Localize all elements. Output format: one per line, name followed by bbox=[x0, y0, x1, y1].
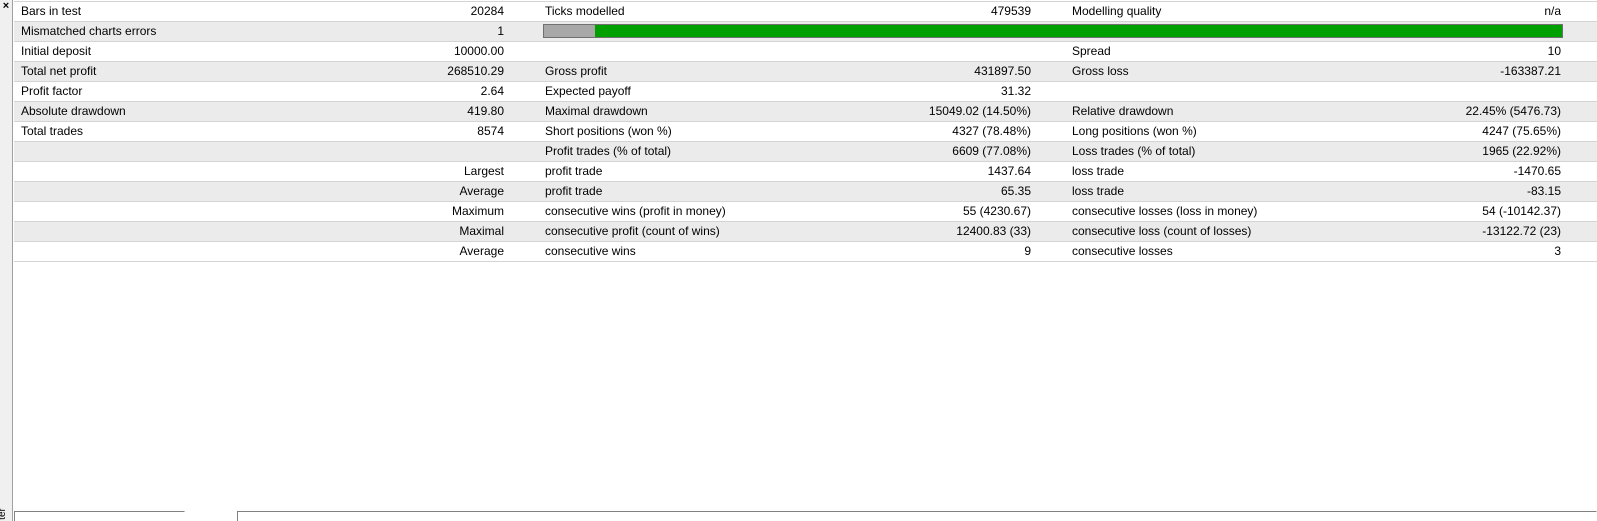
label-maximum: Maximum bbox=[451, 204, 504, 218]
label-consecutive-wins-money: consecutive wins (profit in money) bbox=[545, 204, 726, 218]
value-relative-drawdown: 22.45% (5476.73) bbox=[1465, 104, 1561, 118]
report-table: Bars in test 20284 Ticks modelled 479539… bbox=[14, 1, 1597, 262]
bottom-field-right[interactable] bbox=[237, 511, 1597, 521]
value-largest-loss-trade: -1470.65 bbox=[1513, 164, 1561, 178]
modelling-quality-bar-grey bbox=[544, 25, 595, 37]
value-consecutive-losses-money: 54 (-10142.37) bbox=[1482, 204, 1561, 218]
table-row: Largest profit trade 1437.64 loss trade … bbox=[14, 162, 1597, 182]
label-largest-profit-trade: profit trade bbox=[545, 164, 603, 178]
table-row: Initial deposit 10000.00 Spread 10 bbox=[14, 42, 1597, 62]
table-row: Average profit trade 65.35 loss trade -8… bbox=[14, 182, 1597, 202]
bottom-field-left[interactable] bbox=[14, 511, 185, 521]
value-consecutive-profit-count: 12400.83 (33) bbox=[956, 224, 1031, 238]
label-expected-payoff: Expected payoff bbox=[545, 84, 631, 98]
label-maximal: Maximal bbox=[459, 224, 504, 238]
value-modelling-quality: n/a bbox=[1544, 4, 1561, 18]
label-loss-trades: Loss trades (% of total) bbox=[1072, 144, 1196, 158]
value-average-loss-trade: -83.15 bbox=[1526, 184, 1561, 198]
value-mismatched-charts-errors: 1 bbox=[497, 24, 504, 38]
side-panel: × ter bbox=[0, 0, 13, 521]
value-short-positions: 4327 (78.48%) bbox=[952, 124, 1031, 138]
table-row: Bars in test 20284 Ticks modelled 479539… bbox=[14, 1, 1597, 22]
close-icon[interactable]: × bbox=[0, 0, 12, 12]
value-average-consecutive-wins: 9 bbox=[1024, 244, 1031, 258]
table-row: Maximum consecutive wins (profit in mone… bbox=[14, 202, 1597, 222]
label-average-loss-trade: loss trade bbox=[1072, 184, 1125, 198]
label-consecutive-losses-money: consecutive losses (loss in money) bbox=[1072, 204, 1258, 218]
value-long-positions: 4247 (75.65%) bbox=[1482, 124, 1561, 138]
label-maximal-drawdown: Maximal drawdown bbox=[545, 104, 648, 118]
value-consecutive-wins-money: 55 (4230.67) bbox=[962, 204, 1031, 218]
label-largest-loss-trade: loss trade bbox=[1072, 164, 1125, 178]
label-absolute-drawdown: Absolute drawdown bbox=[21, 104, 126, 118]
label-average-consecutive-losses: consecutive losses bbox=[1072, 244, 1173, 258]
label-profit-factor: Profit factor bbox=[21, 84, 83, 98]
label-average-consecutive: Average bbox=[459, 244, 504, 258]
value-total-trades: 8574 bbox=[477, 124, 504, 138]
label-long-positions: Long positions (won %) bbox=[1072, 124, 1197, 138]
label-modelling-quality: Modelling quality bbox=[1072, 4, 1162, 18]
table-row: Absolute drawdown 419.80 Maximal drawdow… bbox=[14, 102, 1597, 122]
value-total-net-profit: 268510.29 bbox=[447, 64, 504, 78]
label-initial-deposit: Initial deposit bbox=[21, 44, 92, 58]
value-ticks-modelled: 479539 bbox=[990, 4, 1031, 18]
label-largest: Largest bbox=[463, 164, 504, 178]
table-row: Total net profit 268510.29 Gross profit … bbox=[14, 62, 1597, 82]
value-expected-payoff: 31.32 bbox=[1000, 84, 1031, 98]
label-consecutive-loss-count: consecutive loss (count of losses) bbox=[1072, 224, 1252, 238]
value-profit-factor: 2.64 bbox=[480, 84, 504, 98]
label-ticks-modelled: Ticks modelled bbox=[545, 4, 625, 18]
table-row: Maximal consecutive profit (count of win… bbox=[14, 222, 1597, 242]
value-initial-deposit: 10000.00 bbox=[453, 44, 504, 58]
label-average-consecutive-wins: consecutive wins bbox=[545, 244, 636, 258]
table-row: Mismatched charts errors 1 bbox=[14, 22, 1597, 42]
table-row: Profit factor 2.64 Expected payoff 31.32 bbox=[14, 82, 1597, 102]
value-average-consecutive-losses: 3 bbox=[1554, 244, 1561, 258]
label-relative-drawdown: Relative drawdown bbox=[1072, 104, 1174, 118]
label-gross-loss: Gross loss bbox=[1072, 64, 1129, 78]
value-largest-profit-trade: 1437.64 bbox=[987, 164, 1031, 178]
value-consecutive-loss-count: -13122.72 (23) bbox=[1482, 224, 1561, 238]
label-total-trades: Total trades bbox=[21, 124, 84, 138]
label-profit-trades: Profit trades (% of total) bbox=[545, 144, 672, 158]
table-row: Profit trades (% of total) 6609 (77.08%)… bbox=[14, 142, 1597, 162]
value-loss-trades: 1965 (22.92%) bbox=[1482, 144, 1561, 158]
label-average: Average bbox=[459, 184, 504, 198]
value-average-profit-trade: 65.35 bbox=[1000, 184, 1031, 198]
value-bars-in-test: 20284 bbox=[470, 4, 504, 18]
label-mismatched-charts-errors: Mismatched charts errors bbox=[21, 24, 157, 38]
value-profit-trades: 6609 (77.08%) bbox=[952, 144, 1031, 158]
modelling-quality-bar-green bbox=[594, 25, 1562, 37]
value-maximal-drawdown: 15049.02 (14.50%) bbox=[928, 104, 1031, 118]
label-spread: Spread bbox=[1072, 44, 1111, 58]
value-absolute-drawdown: 419.80 bbox=[467, 104, 504, 118]
value-spread: 10 bbox=[1547, 44, 1561, 58]
value-gross-loss: -163387.21 bbox=[1500, 64, 1561, 78]
label-gross-profit: Gross profit bbox=[545, 64, 608, 78]
label-total-net-profit: Total net profit bbox=[21, 64, 97, 78]
modelling-quality-bar bbox=[543, 24, 1563, 38]
label-consecutive-profit-count: consecutive profit (count of wins) bbox=[545, 224, 720, 238]
table-row: Average consecutive wins 9 consecutive l… bbox=[14, 242, 1597, 262]
label-short-positions: Short positions (won %) bbox=[545, 124, 672, 138]
label-bars-in-test: Bars in test bbox=[21, 4, 82, 18]
label-average-profit-trade: profit trade bbox=[545, 184, 603, 198]
table-row: Total trades 8574 Short positions (won %… bbox=[14, 122, 1597, 142]
side-panel-label: ter bbox=[0, 508, 8, 520]
value-gross-profit: 431897.50 bbox=[974, 64, 1031, 78]
